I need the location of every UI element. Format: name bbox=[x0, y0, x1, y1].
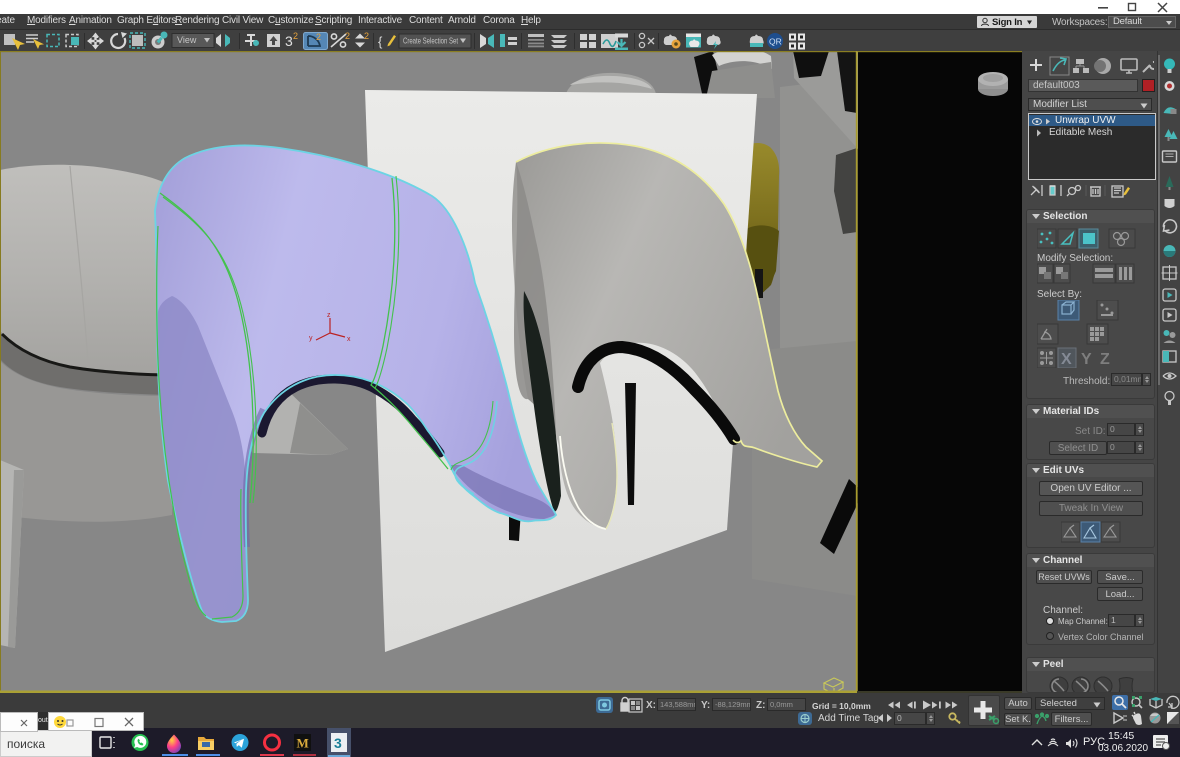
svg-text:View: View bbox=[177, 35, 197, 45]
svg-text:y: y bbox=[309, 335, 313, 342]
svg-text:2: 2 bbox=[364, 31, 369, 41]
svg-text:Y: Y bbox=[1081, 351, 1092, 368]
svg-text:3: 3 bbox=[334, 735, 342, 751]
svg-text:QR: QR bbox=[769, 37, 782, 47]
svg-text:2: 2 bbox=[316, 32, 321, 42]
svg-text:2: 2 bbox=[293, 31, 298, 41]
svg-text:X: X bbox=[1061, 351, 1072, 368]
svg-text:{: { bbox=[378, 34, 383, 49]
svg-text:2: 2 bbox=[345, 31, 350, 41]
svg-text:M: M bbox=[297, 736, 309, 751]
svg-text:x: x bbox=[347, 336, 351, 343]
svg-text:Create Selection Set: Create Selection Set bbox=[403, 36, 458, 46]
svg-text:3: 3 bbox=[285, 33, 293, 49]
svg-text:z: z bbox=[327, 312, 331, 319]
svg-text:Z: Z bbox=[1100, 351, 1110, 368]
